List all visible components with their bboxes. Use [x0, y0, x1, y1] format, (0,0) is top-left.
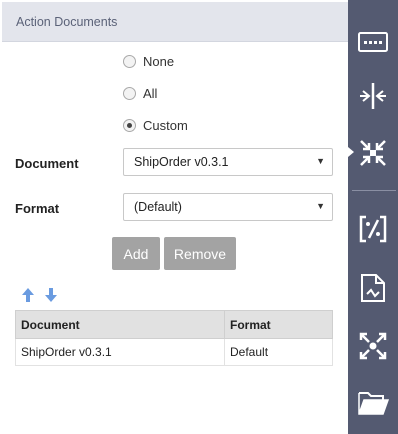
radio-custom-label: Custom [143, 118, 188, 133]
move-up-icon[interactable] [22, 288, 34, 302]
document-select-value: ShipOrder v0.3.1 [134, 155, 229, 169]
document-label: Document [15, 156, 79, 171]
radio-all-label: All [143, 86, 158, 101]
format-select[interactable]: (Default) ▼ [123, 193, 333, 221]
document-select[interactable]: ShipOrder v0.3.1 ▼ [123, 148, 333, 176]
active-indicator [348, 147, 354, 157]
screen-icon[interactable] [348, 19, 398, 65]
radio-custom[interactable]: Custom [123, 118, 188, 133]
table-header-row: Document Format [15, 310, 333, 339]
expand-icon[interactable] [348, 323, 398, 369]
format-label: Format [15, 201, 60, 216]
reorder-controls [22, 288, 57, 302]
column-header-format[interactable]: Format [224, 310, 333, 339]
action-documents-panel: Action Documents None All Custom Documen… [0, 0, 348, 434]
dropdown-arrow-icon: ▼ [316, 201, 325, 211]
panel-title: Action Documents [2, 2, 348, 42]
radio-none-button[interactable] [123, 55, 136, 68]
move-down-icon[interactable] [45, 288, 57, 302]
radio-all[interactable]: All [123, 86, 157, 101]
format-select-value: (Default) [134, 200, 182, 214]
dropdown-arrow-icon: ▼ [316, 156, 325, 166]
table-row[interactable]: ShipOrder v0.3.1 Default [15, 338, 333, 366]
radio-none-label: None [143, 54, 175, 69]
toolbar-divider [352, 190, 396, 191]
document-icon[interactable] [348, 265, 398, 311]
split-merge-icon[interactable] [348, 73, 398, 119]
right-toolbar [348, 0, 398, 434]
table-cell-format: Default [224, 338, 333, 366]
radio-all-button[interactable] [123, 87, 136, 100]
documents-table: Document Format ShipOrder v0.3.1 Default [15, 310, 333, 366]
folder-icon[interactable] [348, 380, 398, 426]
radio-none[interactable]: None [123, 54, 174, 69]
collapse-icon[interactable] [348, 130, 398, 176]
table-cell-document: ShipOrder v0.3.1 [15, 338, 225, 366]
remove-button[interactable]: Remove [164, 237, 236, 270]
add-button[interactable]: Add [112, 237, 160, 270]
radio-custom-button[interactable] [123, 119, 136, 132]
script-icon[interactable] [348, 206, 398, 252]
column-header-document[interactable]: Document [15, 310, 225, 339]
